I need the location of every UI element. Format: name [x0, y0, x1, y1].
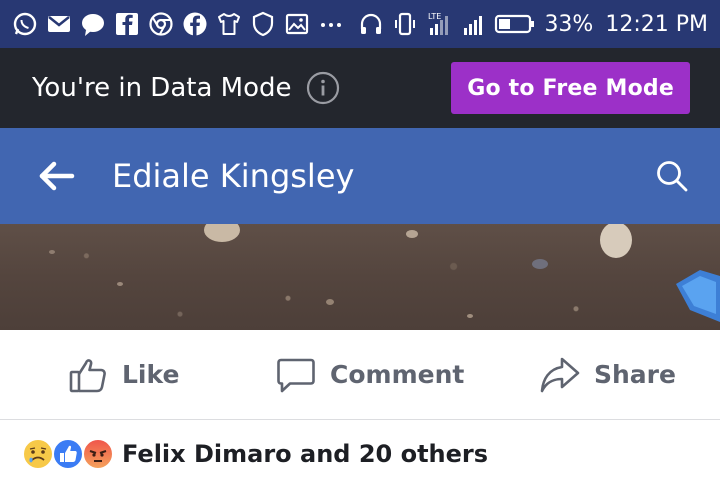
comment-button[interactable]: Comment [276, 355, 464, 395]
facebook-lite-icon [114, 11, 140, 37]
tshirt-icon [216, 11, 242, 37]
data-mode-banner: You're in Data Mode Go to Free Mode [0, 48, 720, 128]
shield-icon [250, 11, 276, 37]
data-mode-message: You're in Data Mode [32, 73, 292, 103]
like-label: Like [122, 360, 180, 389]
battery-icon [494, 11, 536, 37]
reactions-summary[interactable]: Felix Dimaro and 20 others [0, 421, 720, 486]
share-label: Share [594, 360, 676, 389]
reaction-count-text: Felix Dimaro and 20 others [122, 439, 489, 468]
info-icon[interactable] [306, 71, 340, 105]
status-bar: LTE 33% 12:21 PM [0, 0, 720, 48]
like-reaction-icon [52, 437, 84, 470]
go-to-free-mode-button[interactable]: Go to Free Mode [451, 62, 690, 114]
signal-icon [460, 11, 486, 37]
chrome-icon [148, 11, 174, 37]
photo-content [49, 224, 720, 322]
battery-percent: 33% [544, 11, 594, 37]
headset-icon [358, 11, 384, 37]
search-icon[interactable] [654, 158, 690, 194]
share-button[interactable]: Share [540, 355, 676, 395]
angry-reaction-icon [82, 437, 114, 470]
svg-text:LTE: LTE [428, 12, 441, 21]
back-arrow-icon[interactable] [36, 156, 76, 196]
system-indicators: LTE 33% 12:21 PM [358, 11, 708, 37]
notification-icons [12, 11, 344, 37]
comment-label: Comment [330, 360, 465, 389]
messenger-icon [80, 11, 106, 37]
page-title: Ediale Kingsley [112, 157, 355, 195]
share-arrow-icon [540, 357, 580, 392]
post-photo[interactable] [0, 224, 720, 330]
post-actions-bar: Like Comment Share [0, 330, 720, 420]
comment-bubble-icon [277, 358, 315, 392]
facebook-icon [182, 11, 208, 37]
whatsapp-icon [12, 11, 38, 37]
lte-signal-icon: LTE [426, 11, 452, 37]
sad-reaction-icon [22, 437, 54, 470]
more-dots-icon [318, 11, 344, 37]
reaction-icons [22, 437, 114, 470]
gmail-icon [46, 11, 72, 37]
like-button[interactable]: Like [68, 355, 179, 395]
thumbs-up-icon [69, 358, 106, 392]
image-icon [284, 11, 310, 37]
app-header: Ediale Kingsley [0, 128, 720, 224]
vibrate-icon [392, 11, 418, 37]
clock: 12:21 PM [605, 11, 708, 37]
